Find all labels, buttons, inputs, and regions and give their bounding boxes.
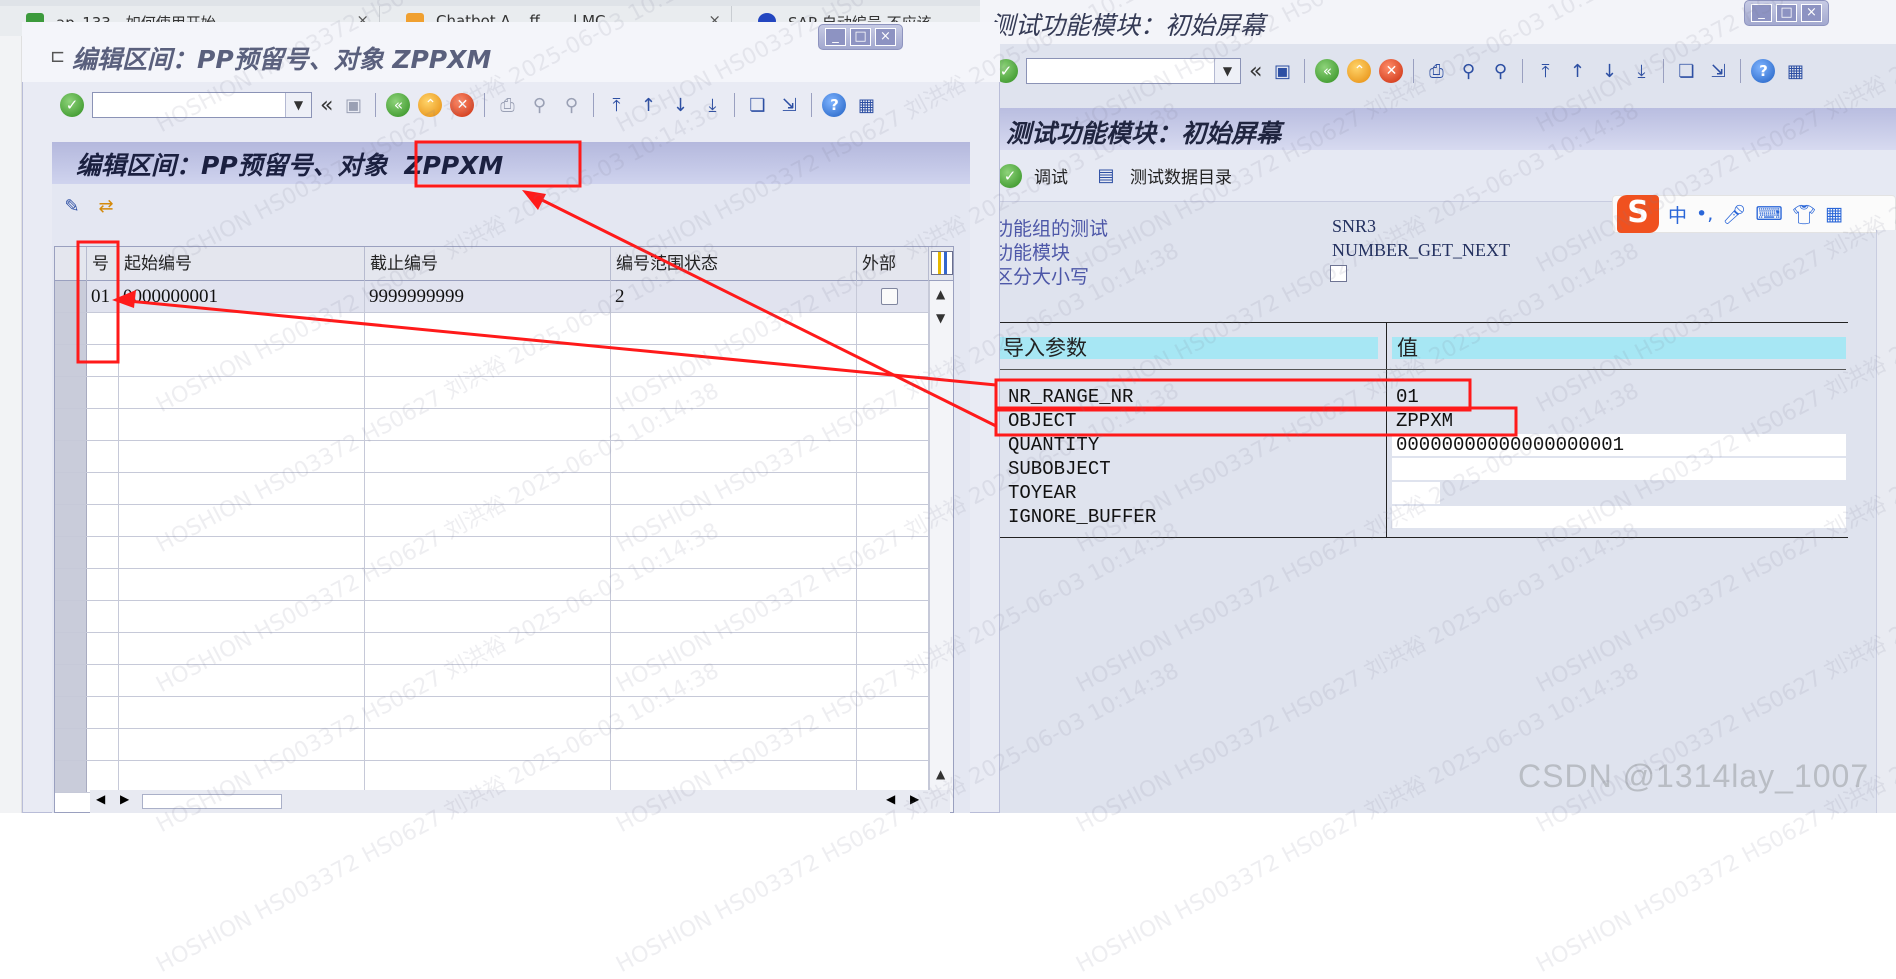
highlight-number-column-box [76,240,120,364]
arrow-head [112,290,136,308]
csdn-credit: CSDN @1314lay_1007 [1518,758,1870,794]
highlight-nr-range-box [994,378,1472,412]
arrow-to-object-line [529,192,997,428]
highlight-object-box [414,140,582,188]
highlight-object-param-box [994,406,1518,437]
arrow-to-number-line [117,298,997,387]
annotation-overlay [76,140,1518,437]
arrow-head [522,190,546,210]
